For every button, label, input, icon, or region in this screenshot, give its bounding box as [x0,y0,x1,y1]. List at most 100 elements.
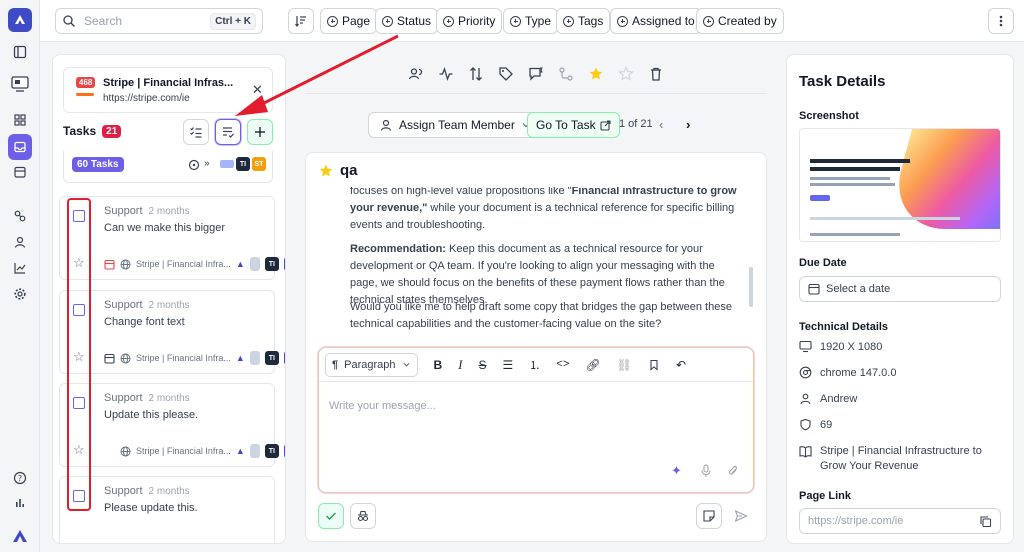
merge-icon[interactable] [558,66,574,82]
task-page: Stripe | Financial Infra... [136,353,231,363]
task-card[interactable]: Support 2 months Change font text ☆ Strip… [59,290,285,374]
microphone-icon[interactable] [700,464,712,478]
inbox-icon[interactable] [8,134,32,160]
app-logo-icon[interactable] [8,8,32,32]
next-task-button[interactable]: › [686,117,690,132]
go-to-task-button[interactable]: Go To Task [527,112,620,138]
ai-sparkle-icon[interactable]: ✦ [671,463,682,479]
task-checkbox[interactable] [73,397,85,409]
undo-icon[interactable]: ↶ [676,358,686,372]
monitor-icon [799,340,812,353]
task-category-label: Support [104,392,143,404]
bookmark-icon[interactable] [648,359,660,371]
assignees-icon[interactable] [408,66,424,82]
numbered-list-icon[interactable]: ⒈ [529,357,540,373]
resolve-button[interactable] [318,503,344,529]
incognito-button[interactable] [350,503,376,529]
activity-icon[interactable] [438,66,454,82]
bullet-list-icon[interactable]: ☰ [503,358,514,372]
filter-status-button[interactable]: Status [375,8,439,34]
attachment-icon[interactable] [727,464,739,478]
plus-circle-icon [617,15,628,27]
task-checkbox[interactable] [73,210,85,222]
sort-button[interactable] [288,8,314,34]
tag-icon[interactable] [498,66,514,82]
task-card[interactable]: Support 2 months Update this please. ☆ St… [59,383,285,467]
star-outline-icon[interactable]: ☆ [73,349,85,365]
star-outline-icon[interactable]: ☆ [73,255,85,271]
calendar-red-icon [104,259,115,270]
page-link-value: https://stripe.com/ie [808,515,904,527]
star-outline-icon[interactable] [618,65,634,82]
task-category: Support 2 months [104,205,190,217]
star-filled-icon[interactable] [588,66,604,82]
dashboard-icon[interactable] [8,108,32,132]
task-title: Change font text [104,316,185,328]
brand-mini-icon: ▲ [235,446,245,456]
calendar-icon[interactable] [8,160,32,184]
reports-icon[interactable] [8,490,32,514]
link-icon[interactable]: 🔗︎ [586,358,601,372]
copy-icon[interactable] [979,515,992,528]
scrollbar-thumb[interactable] [749,267,753,307]
send-button[interactable] [728,503,754,529]
screenshot-thumbnail[interactable] [799,128,1001,242]
message-editor[interactable]: ¶ Paragraph B I S ☰ ⒈ <> 🔗︎ ⛓︎ ↶ Write y… [318,347,754,493]
more-options-button[interactable] [988,8,1014,34]
send-icon [734,509,748,523]
integrations-icon[interactable] [8,204,32,228]
filter-priority-button[interactable]: Priority [436,8,503,34]
message-scroll-area[interactable]: focuses on high-level value propositions… [306,187,766,337]
task-group-row[interactable]: 60 Tasks » TI ST [63,151,273,183]
help-icon[interactable]: ? [8,466,32,490]
task-checkbox[interactable] [73,490,85,502]
code-icon[interactable]: <> [556,359,569,371]
prev-task-button[interactable]: ‹ [659,117,663,132]
filter-created-button[interactable]: Created by [696,8,784,34]
sidebar-toggle-icon[interactable] [8,40,32,64]
task-card[interactable]: Support 2 months Can we make this bigger … [59,196,285,280]
page-link-field[interactable]: https://stripe.com/ie [799,508,1001,534]
star-outline-icon[interactable]: ☆ [73,442,85,458]
globe-icon [120,446,131,456]
filter-assigned-button[interactable]: Assigned to [610,8,702,34]
technical-details-label: Technical Details [799,321,889,333]
task-category-label: Support [104,299,143,311]
due-date-picker[interactable]: Select a date [799,276,1001,302]
calendar-icon [808,283,820,295]
filter-type-button[interactable]: Type [503,8,559,34]
add-task-button[interactable] [247,119,273,145]
list-view-button[interactable] [215,119,241,145]
thumbnail-line [810,183,895,186]
italic-icon[interactable]: I [458,357,462,373]
editor-toolbar: ¶ Paragraph B I S ☰ ⒈ <> 🔗︎ ⛓︎ ↶ [319,348,753,382]
comment-flag-icon[interactable] [528,66,544,82]
paragraph-style-select[interactable]: ¶ Paragraph [325,352,418,377]
active-page-card[interactable]: 468 Stripe | Financial Infras... https:/… [63,67,273,113]
double-chevron-icon[interactable]: » [204,158,210,169]
trash-icon[interactable] [648,66,664,82]
users-icon[interactable] [8,230,32,254]
workspace-icon[interactable] [6,72,34,96]
analytics-icon[interactable] [8,256,32,280]
task-checkbox[interactable] [73,304,85,316]
close-icon[interactable]: ✕ [252,82,263,98]
sort-arrows-icon[interactable] [468,66,484,82]
checklist-view-button[interactable] [183,119,209,145]
filter-page-button[interactable]: Page [320,8,378,34]
bold-icon[interactable]: B [434,358,443,372]
task-card[interactable]: Support 2 months Please update this. [59,476,275,543]
resolution-value: 1920 X 1080 [820,341,883,353]
unlink-icon[interactable]: ⛓︎ [617,358,632,372]
note-button[interactable] [696,503,722,529]
brand-mini-icon: ▲ [235,353,245,363]
search-placeholder: Search [84,14,123,28]
search-shortcut: Ctrl + K [210,12,256,30]
thumbnail-line [810,167,900,171]
strikethrough-icon[interactable]: S [479,358,487,372]
star-filled-icon[interactable] [318,163,334,179]
search-input[interactable]: Search Ctrl + K [55,8,263,34]
assign-team-member-dropdown[interactable]: Assign Team Member [368,112,542,138]
filter-tags-button[interactable]: Tags [556,8,611,34]
settings-gear-icon[interactable] [8,282,32,306]
